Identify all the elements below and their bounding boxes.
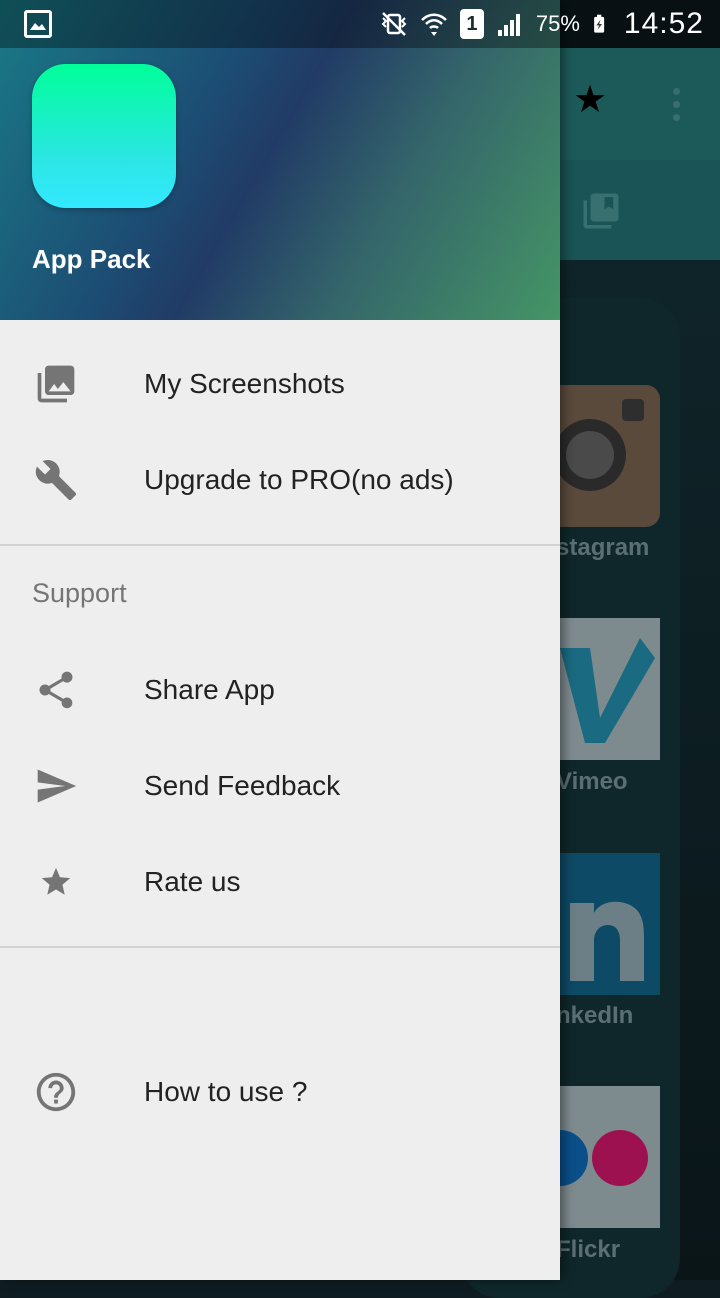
tile-label-linkedin: nkedIn <box>556 1002 634 1029</box>
menu-label: Rate us <box>144 866 241 897</box>
menu-label: Send Feedback <box>144 770 341 801</box>
instagram-tile[interactable] <box>554 385 660 527</box>
menu-label: My Screenshots <box>144 368 345 399</box>
overflow-menu-icon[interactable] <box>670 88 682 124</box>
divider <box>0 544 560 546</box>
image-icon <box>24 10 52 38</box>
tile-label-flickr: Flickr <box>556 1236 621 1263</box>
favorite-star-icon[interactable]: ★ <box>572 81 608 119</box>
wifi-icon <box>420 13 447 36</box>
menu-item-how-to-use[interactable]: How to use ? <box>0 1044 560 1140</box>
share-icon <box>32 666 80 714</box>
drawer-header: App Pack <box>0 0 560 320</box>
menu-item-my-screenshots[interactable]: My Screenshots <box>0 336 560 432</box>
flickr-tile[interactable] <box>532 1086 660 1228</box>
wrench-icon <box>32 456 80 504</box>
menu-item-upgrade-pro[interactable]: Upgrade to PRO(no ads) <box>0 432 560 528</box>
menu-item-share-app[interactable]: Share App <box>0 642 560 738</box>
flickr-logo-icon <box>532 1130 648 1186</box>
camera-lens-icon <box>554 399 644 491</box>
send-icon <box>32 762 80 810</box>
menu-label: Upgrade to PRO(no ads) <box>144 464 454 495</box>
menu-label: How to use ? <box>144 1076 308 1107</box>
tile-label-instagram: stagram <box>556 534 650 561</box>
menu-item-send-feedback[interactable]: Send Feedback <box>0 738 560 834</box>
navigation-drawer: App Pack My Screenshots Upgrade to PRO(n… <box>0 0 560 1280</box>
menu-item-rate-us[interactable]: Rate us <box>0 834 560 930</box>
tile-label-vimeo: Vimeo <box>556 768 628 795</box>
menu-label: Share App <box>144 674 275 705</box>
photo-library-icon <box>32 360 80 408</box>
battery-percent: 75% <box>535 11 580 36</box>
star-icon <box>32 858 80 906</box>
app-icon <box>32 64 176 208</box>
app-name: App Pack <box>32 244 151 274</box>
support-section-title: Support <box>32 578 127 608</box>
linkedin-tile[interactable] <box>560 853 660 995</box>
help-circle-icon <box>32 1068 80 1116</box>
vimeo-logo-icon <box>560 638 655 743</box>
battery-icon <box>594 14 605 33</box>
signal-icon <box>497 14 520 36</box>
status-bar: 1 75% 14:52 <box>0 0 720 48</box>
divider <box>0 946 560 948</box>
status-icons: 1 75% 14:52 <box>380 0 704 48</box>
library-tab-icon[interactable] <box>580 190 622 232</box>
linkedin-logo-icon <box>570 901 644 981</box>
clock: 14:52 <box>623 7 704 40</box>
sim-icon: 1 <box>459 9 484 39</box>
mute-vibrate-icon <box>381 12 407 36</box>
vimeo-tile[interactable] <box>560 618 660 760</box>
